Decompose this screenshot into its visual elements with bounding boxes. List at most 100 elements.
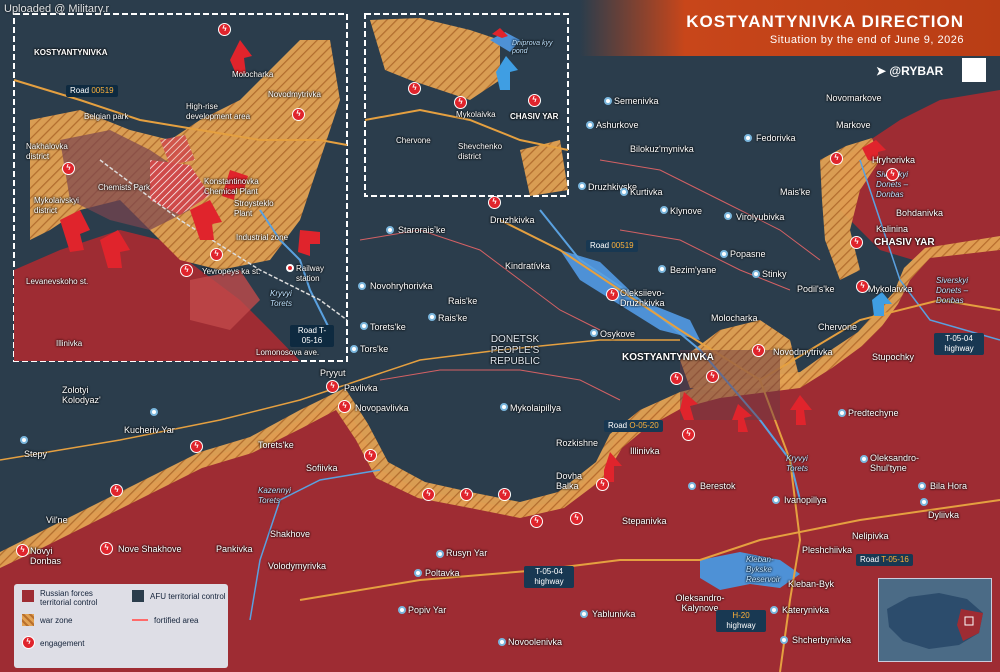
inset-label: Belgian park [84, 112, 129, 121]
inset-label: Railway station [296, 264, 325, 283]
settlement-label: Novoolenivka [508, 637, 563, 647]
settlement-dot [358, 282, 366, 290]
settlement-label: Ashurkove [596, 120, 639, 130]
settlement-dot [386, 226, 394, 234]
engagement-icon: ϟ [326, 380, 339, 393]
settlement-label: Kindratívka [505, 261, 551, 271]
map-stage: Uploaded @ Military.r KOSTYANTYNIVKA DIR… [0, 0, 1000, 672]
settlement-label: Stepanivka [622, 516, 667, 526]
settlement-dot [578, 182, 586, 190]
settlement-label: Molocharka [711, 313, 758, 323]
settlement-label: Novopavlivka [355, 403, 409, 413]
highway-tag: T-05-04 highway [524, 566, 574, 588]
settlement-dot [580, 610, 588, 618]
settlement-dot [658, 265, 666, 273]
telegram-icon: ➤ [876, 64, 890, 78]
header-banner: KOSTYANTYNIVKA DIRECTION Situation by th… [580, 0, 1000, 56]
settlement-label: Semenivka [614, 96, 659, 106]
inset-label: Stroysteklo Plant [234, 199, 274, 218]
inset-label: Mykolaivka [456, 110, 496, 119]
settlement-label: Popiv Yar [408, 605, 447, 615]
settlement-label: Novomarkove [826, 93, 882, 103]
inset-label: Novodmytrivka [268, 90, 321, 99]
inset-label: Konstantinovka Chemical Plant [204, 177, 259, 196]
river-label: Kazennyi Torets [258, 486, 291, 505]
settlement-dot [620, 188, 628, 196]
road-tag: Road 00519 [586, 240, 638, 252]
engagement-icon: ϟ [752, 344, 765, 357]
highway-tag: T-05-04 highway [934, 333, 984, 355]
settlement-label: Pankivka [216, 544, 253, 554]
river-label: Siverskyi Donets – Donbas [936, 276, 969, 305]
road-tag: Road T-05-16 [856, 554, 913, 566]
engagement-icon: ϟ [422, 488, 435, 501]
settlement-label: Illinivka [630, 446, 660, 456]
inset-label: Nakhalovka district [26, 142, 68, 161]
engagement-icon: ϟ [530, 515, 543, 528]
legend-fortified-swatch [132, 619, 148, 621]
settlement-dot [428, 313, 436, 321]
settlement-label: Berestok [700, 481, 736, 491]
engagement-icon: ϟ [292, 108, 305, 121]
settlement-label: Oleksandro-Shul'tyne [870, 453, 920, 473]
settlement-dot [350, 345, 358, 353]
settlement-label: Stinky [762, 269, 787, 279]
settlement-label: Kucheriv Yar [124, 425, 175, 435]
settlement-label: Bezim'yane [670, 265, 717, 275]
settlement-dot [688, 482, 696, 490]
settlement-label: Osykove [600, 329, 636, 339]
settlement-dot [772, 496, 780, 504]
settlement-label: Sofiivka [306, 463, 338, 473]
map-subtitle: Situation by the end of June 9, 2026 [769, 34, 964, 46]
settlement-label: Bila Hora [930, 481, 968, 491]
settlement-dot [660, 206, 668, 214]
settlement-label: Popasne [730, 249, 766, 259]
settlement-label: Hryhorivka [872, 155, 916, 165]
inset-label: High-rise development area [186, 102, 251, 121]
upload-watermark: Uploaded @ Military.r [4, 3, 110, 15]
inset-label: Lomonosova ave. [256, 348, 320, 357]
river-label: Kryvyi Torets [786, 454, 808, 473]
engagement-icon: ϟ [570, 512, 583, 525]
settlement-label: Novohryhorivka [370, 281, 433, 291]
inset-road-tag: Road 00519 [66, 85, 118, 97]
engagement-icon: ϟ [460, 488, 473, 501]
engagement-icon: ϟ [488, 196, 501, 209]
settlement-label: Pryyut [320, 368, 346, 378]
legend-russian-swatch [22, 590, 34, 602]
settlement-label: Nelipivka [852, 531, 889, 541]
settlement-label: Dovha Balka [556, 471, 583, 491]
settlement-label: Bohdanivka [896, 208, 944, 218]
settlement-dot [586, 121, 594, 129]
settlement-label: KOSTYANTYNIVKA [622, 352, 714, 363]
brand-label: ➤ @RYBAR [876, 64, 943, 78]
settlement-dot [500, 403, 508, 411]
settlement-label: Pavlivka [344, 383, 378, 393]
inset-river-label: Kryvyi Torets [270, 289, 292, 308]
settlement-label: Klynove [670, 206, 703, 216]
engagement-icon: ϟ [886, 168, 899, 181]
settlement-label: Novyi Donbas [30, 546, 62, 566]
engagement-icon: ϟ [498, 488, 511, 501]
engagement-icon: ϟ [180, 264, 193, 277]
engagement-icon: ϟ [856, 280, 869, 293]
engagement-icon: ϟ [454, 96, 467, 109]
engagement-icon: ϟ [706, 370, 719, 383]
settlement-label: Yablunivka [592, 609, 636, 619]
settlement-dot [860, 455, 868, 463]
settlement-label: Kurtivka [630, 187, 663, 197]
settlement-label: Torets'ke [258, 440, 294, 450]
settlement-label: Mykolaipillya [510, 403, 562, 413]
legend-engagement-icon: ϟ [22, 636, 35, 649]
inset-label: Chemists Park [98, 183, 151, 192]
settlement-label: CHASIV YAR [874, 237, 935, 248]
legend-afu-label: AFU territorial control [150, 592, 226, 601]
settlement-label: Staroraisʼke [398, 225, 446, 235]
settlement-dot [838, 409, 846, 417]
settlement-label: Markove [836, 120, 871, 130]
legend-engagement-label: engagement [40, 639, 85, 648]
engagement-icon: ϟ [830, 152, 843, 165]
settlement-label: Bilokuz'mynivka [630, 144, 694, 154]
engagement-icon: ϟ [16, 544, 29, 557]
engagement-icon: ϟ [408, 82, 421, 95]
